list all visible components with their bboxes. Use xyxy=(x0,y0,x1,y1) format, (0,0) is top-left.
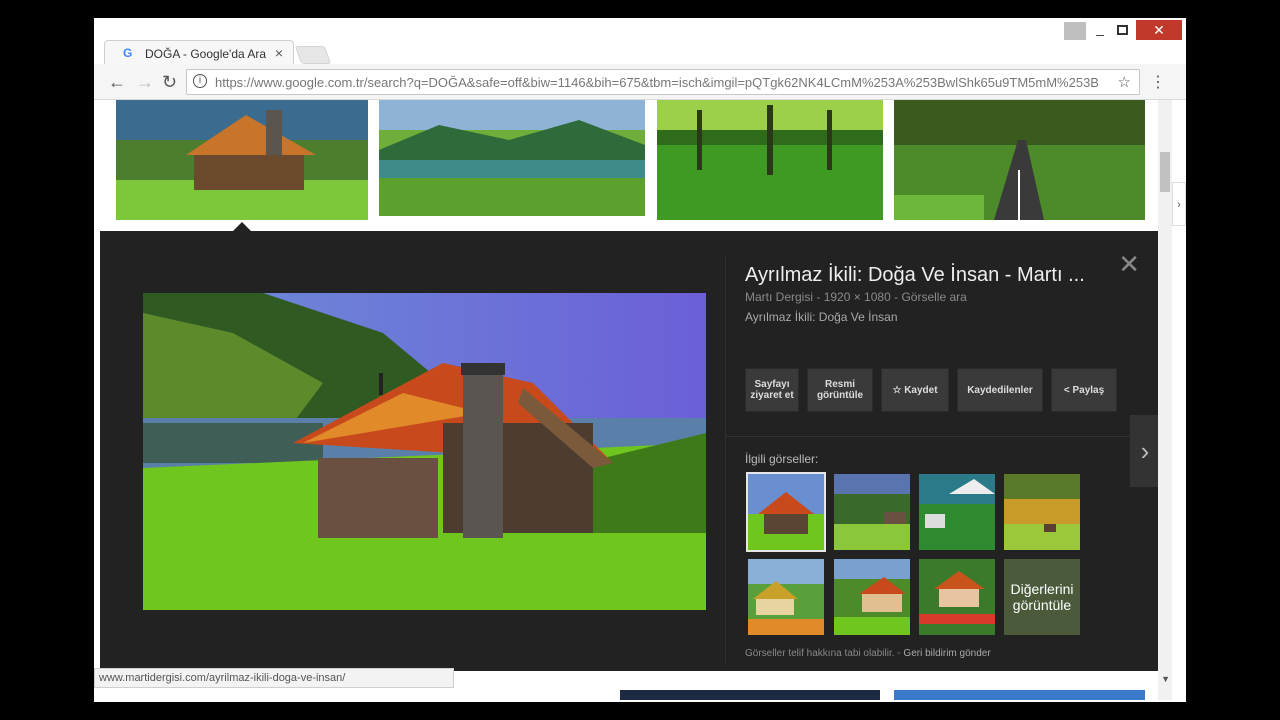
search-by-image-link[interactable]: Görselle ara xyxy=(901,290,966,304)
scroll-down-arrow-icon[interactable]: ▼ xyxy=(1161,674,1170,684)
url-text: https://www.google.com.tr/search?q=DOĞA&… xyxy=(215,75,1099,90)
address-bar[interactable]: i https://www.google.com.tr/search?q=DOĞ… xyxy=(186,69,1140,95)
image-info: Ayrılmaz İkili: Doğa Ve İnsan - Martı ..… xyxy=(725,256,1145,666)
browser-tab[interactable]: G DOĞA - Google'da Ara × xyxy=(104,40,294,66)
reload-icon[interactable]: ↻ xyxy=(162,72,177,93)
title-bar: G DOĞA - Google'da Ara × – ✕ xyxy=(94,18,1186,66)
result-thumbnail-forest[interactable] xyxy=(657,100,883,220)
url-host: https://www.google.com.tr xyxy=(215,75,364,90)
side-panel-toggle-icon[interactable]: › xyxy=(1172,182,1186,226)
saved-button[interactable]: Kaydedilenler xyxy=(957,368,1043,412)
result-thumbnail-partial-1[interactable] xyxy=(620,690,880,700)
related-image-6[interactable] xyxy=(834,559,910,635)
feedback-link[interactable]: Geri bildirim gönder xyxy=(903,648,990,659)
related-image-1[interactable] xyxy=(746,472,826,552)
meta-separator-2: - xyxy=(890,290,902,304)
bookmark-star-icon[interactable]: ☆ xyxy=(1118,73,1131,91)
related-images-label: İlgili görseller: xyxy=(745,452,819,466)
related-image-3[interactable] xyxy=(919,474,995,550)
view-image-button[interactable]: Resmi görüntüle xyxy=(807,368,873,412)
view-more-button[interactable]: Diğerlerini görüntüle xyxy=(1004,559,1080,635)
tab-close-icon[interactable]: × xyxy=(275,45,283,61)
divider xyxy=(726,436,1131,437)
url-path: /search?q=DOĞA&safe=off&biw=1146&bih=675… xyxy=(363,75,1099,90)
browser-toolbar: ← → ↻ i https://www.google.com.tr/search… xyxy=(94,64,1186,100)
image-results: Ayrılmaz İkili: Doğa Ve İnsan - Martı ..… xyxy=(100,100,1160,700)
image-dimensions: 1920 × 1080 xyxy=(823,290,891,304)
close-window-icon[interactable]: ✕ xyxy=(1136,20,1182,40)
copyright-note: Görseller telif hakkına tabi olabilir. -… xyxy=(745,648,991,659)
result-thumbnail-partial-2[interactable] xyxy=(894,690,1145,700)
result-thumbnail-cabin[interactable] xyxy=(116,100,368,220)
forward-icon[interactable]: → xyxy=(136,72,154,93)
close-panel-icon[interactable]: ✕ xyxy=(1118,249,1140,280)
profile-icon[interactable] xyxy=(1064,22,1086,40)
maximize-icon[interactable] xyxy=(1117,25,1128,35)
scrollbar-thumb[interactable] xyxy=(1160,152,1170,192)
visit-page-button[interactable]: Sayfayı ziyaret et xyxy=(745,368,799,412)
result-thumbnail-valley[interactable] xyxy=(379,100,645,216)
menu-icon[interactable]: ⋮ xyxy=(1150,72,1166,92)
share-button[interactable]: < Paylaş xyxy=(1051,368,1117,412)
preview-image[interactable] xyxy=(143,293,706,610)
related-image-7[interactable] xyxy=(919,559,995,635)
related-image-5[interactable] xyxy=(748,559,824,635)
tab-title: DOĞA - Google'da Ara xyxy=(145,47,267,61)
status-bar-url: www.martidergisi.com/ayrilmaz-ikili-doga… xyxy=(94,668,454,688)
minimize-icon[interactable]: – xyxy=(1096,26,1104,42)
related-image-2[interactable] xyxy=(834,474,910,550)
source-link[interactable]: Martı Dergisi xyxy=(745,290,813,304)
copyright-text: Görseller telif hakkına tabi olabilir. xyxy=(745,648,895,659)
back-icon[interactable]: ← xyxy=(108,72,126,93)
related-image-4[interactable] xyxy=(1004,474,1080,550)
browser-window: G DOĞA - Google'da Ara × – ✕ ← → ↻ i htt… xyxy=(94,18,1186,702)
image-meta: Martı Dergisi - 1920 × 1080 - Görselle a… xyxy=(745,290,967,304)
save-button[interactable]: ☆ Kaydet xyxy=(881,368,949,412)
preview-panel: Ayrılmaz İkili: Doğa Ve İnsan - Martı ..… xyxy=(100,231,1160,671)
new-tab-button[interactable] xyxy=(294,46,332,64)
image-subtitle: Ayrılmaz İkili: Doğa Ve İnsan xyxy=(745,310,898,324)
google-icon: G xyxy=(123,46,133,60)
vertical-scrollbar[interactable] xyxy=(1158,100,1172,700)
image-title[interactable]: Ayrılmaz İkili: Doğa Ve İnsan - Martı ..… xyxy=(745,264,1085,287)
result-thumbnail-road[interactable] xyxy=(894,100,1145,220)
meta-separator-1: - xyxy=(813,290,824,304)
info-icon[interactable]: i xyxy=(193,74,207,88)
next-image-arrow-icon[interactable]: › xyxy=(1130,415,1160,487)
